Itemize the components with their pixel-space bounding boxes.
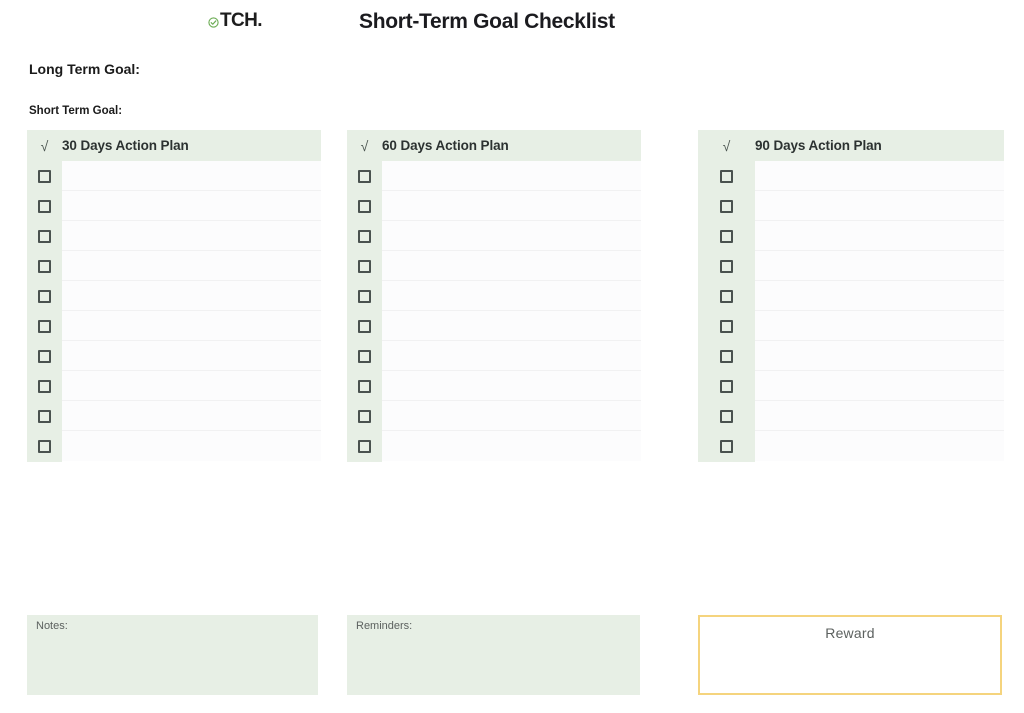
table-row[interactable] bbox=[755, 311, 1004, 341]
checkbox[interactable] bbox=[358, 350, 371, 363]
table-row[interactable] bbox=[382, 431, 641, 461]
checkbox[interactable] bbox=[38, 350, 51, 363]
table-row[interactable] bbox=[62, 161, 321, 191]
table-row[interactable] bbox=[62, 371, 321, 401]
checkbox[interactable] bbox=[358, 320, 371, 333]
table-row[interactable] bbox=[755, 371, 1004, 401]
check-mark-icon: √ bbox=[360, 137, 369, 154]
checkbox[interactable] bbox=[358, 230, 371, 243]
checkbox[interactable] bbox=[38, 290, 51, 303]
table-row[interactable] bbox=[382, 341, 641, 371]
row-list-60-days bbox=[382, 161, 641, 462]
checkbox[interactable] bbox=[358, 410, 371, 423]
column-title-30-days: 30 Days Action Plan bbox=[62, 138, 189, 153]
table-row[interactable] bbox=[755, 251, 1004, 281]
table-row[interactable] bbox=[62, 221, 321, 251]
checkbox[interactable] bbox=[358, 380, 371, 393]
checkbox[interactable] bbox=[38, 320, 51, 333]
table-row[interactable] bbox=[382, 311, 641, 341]
table-row[interactable] bbox=[62, 191, 321, 221]
checkbox[interactable] bbox=[358, 290, 371, 303]
checkbox[interactable] bbox=[358, 260, 371, 273]
checkbox[interactable] bbox=[38, 380, 51, 393]
notes-label: Notes: bbox=[36, 620, 68, 632]
brand-logo: TCH. bbox=[208, 10, 263, 31]
table-row[interactable] bbox=[755, 221, 1004, 251]
checkbox[interactable] bbox=[720, 320, 733, 333]
table-row[interactable] bbox=[382, 251, 641, 281]
table-row[interactable] bbox=[62, 281, 321, 311]
checkbox[interactable] bbox=[720, 350, 733, 363]
check-mark-icon: √ bbox=[722, 137, 731, 154]
reward-label: Reward bbox=[825, 625, 875, 641]
checkbox[interactable] bbox=[38, 230, 51, 243]
table-row[interactable] bbox=[755, 401, 1004, 431]
checkbox[interactable] bbox=[720, 200, 733, 213]
table-row[interactable] bbox=[382, 371, 641, 401]
column-body-30-days bbox=[27, 161, 321, 462]
table-row[interactable] bbox=[62, 311, 321, 341]
check-mark-icon: √ bbox=[40, 137, 49, 154]
checkbox[interactable] bbox=[38, 200, 51, 213]
column-body-60-days bbox=[347, 161, 641, 462]
checkbox[interactable] bbox=[38, 440, 51, 453]
checkbox[interactable] bbox=[38, 260, 51, 273]
checkbox[interactable] bbox=[720, 380, 733, 393]
column-header-60-days: √ 60 Days Action Plan bbox=[347, 130, 641, 161]
table-row[interactable] bbox=[382, 161, 641, 191]
checkbox[interactable] bbox=[38, 170, 51, 183]
table-row[interactable] bbox=[62, 341, 321, 371]
column-header-90-days: √ 90 Days Action Plan bbox=[698, 130, 1004, 161]
checkbox[interactable] bbox=[720, 170, 733, 183]
checkbox[interactable] bbox=[720, 260, 733, 273]
table-row[interactable] bbox=[382, 191, 641, 221]
checkbox[interactable] bbox=[358, 170, 371, 183]
column-header-30-days: √ 30 Days Action Plan bbox=[27, 130, 321, 161]
checkbox[interactable] bbox=[720, 290, 733, 303]
checkbox[interactable] bbox=[358, 200, 371, 213]
table-row[interactable] bbox=[382, 281, 641, 311]
checkbox[interactable] bbox=[38, 410, 51, 423]
row-list-90-days bbox=[755, 161, 1004, 462]
notes-box[interactable]: Notes: bbox=[27, 615, 318, 695]
table-row[interactable] bbox=[755, 341, 1004, 371]
short-term-goal-label: Short Term Goal: bbox=[29, 105, 123, 117]
checkbox[interactable] bbox=[720, 230, 733, 243]
bottom-panels: Notes: Reminders: Reward bbox=[0, 615, 1024, 697]
check-circle-icon bbox=[208, 15, 219, 28]
page-header: TCH. Short-Term Goal Checklist bbox=[0, 0, 1024, 48]
table-row[interactable] bbox=[62, 251, 321, 281]
table-row[interactable] bbox=[755, 191, 1004, 221]
table-row[interactable] bbox=[382, 401, 641, 431]
reward-box[interactable]: Reward bbox=[698, 615, 1002, 695]
reminders-box[interactable]: Reminders: bbox=[347, 615, 640, 695]
row-list-30-days bbox=[62, 161, 321, 462]
action-plan-column-60-days: √ 60 Days Action Plan bbox=[347, 130, 641, 462]
checkbox[interactable] bbox=[358, 440, 371, 453]
reminders-label: Reminders: bbox=[356, 620, 413, 632]
table-row[interactable] bbox=[755, 281, 1004, 311]
table-row[interactable] bbox=[755, 431, 1004, 461]
checkbox[interactable] bbox=[720, 440, 733, 453]
action-plan-columns: √ 30 Days Action Plan √ 60 Days Action P… bbox=[0, 130, 1024, 462]
table-row[interactable] bbox=[62, 431, 321, 461]
column-body-90-days bbox=[698, 161, 1004, 462]
table-row[interactable] bbox=[62, 401, 321, 431]
table-row[interactable] bbox=[382, 221, 641, 251]
column-title-60-days: 60 Days Action Plan bbox=[382, 138, 509, 153]
column-title-90-days: 90 Days Action Plan bbox=[755, 138, 882, 153]
checkbox[interactable] bbox=[720, 410, 733, 423]
brand-logo-text: TCH. bbox=[220, 10, 263, 31]
action-plan-column-30-days: √ 30 Days Action Plan bbox=[27, 130, 321, 462]
long-term-goal-label: Long Term Goal: bbox=[29, 61, 140, 77]
page-title: Short-Term Goal Checklist bbox=[359, 10, 615, 33]
action-plan-column-90-days: √ 90 Days Action Plan bbox=[698, 130, 1004, 462]
table-row[interactable] bbox=[755, 161, 1004, 191]
